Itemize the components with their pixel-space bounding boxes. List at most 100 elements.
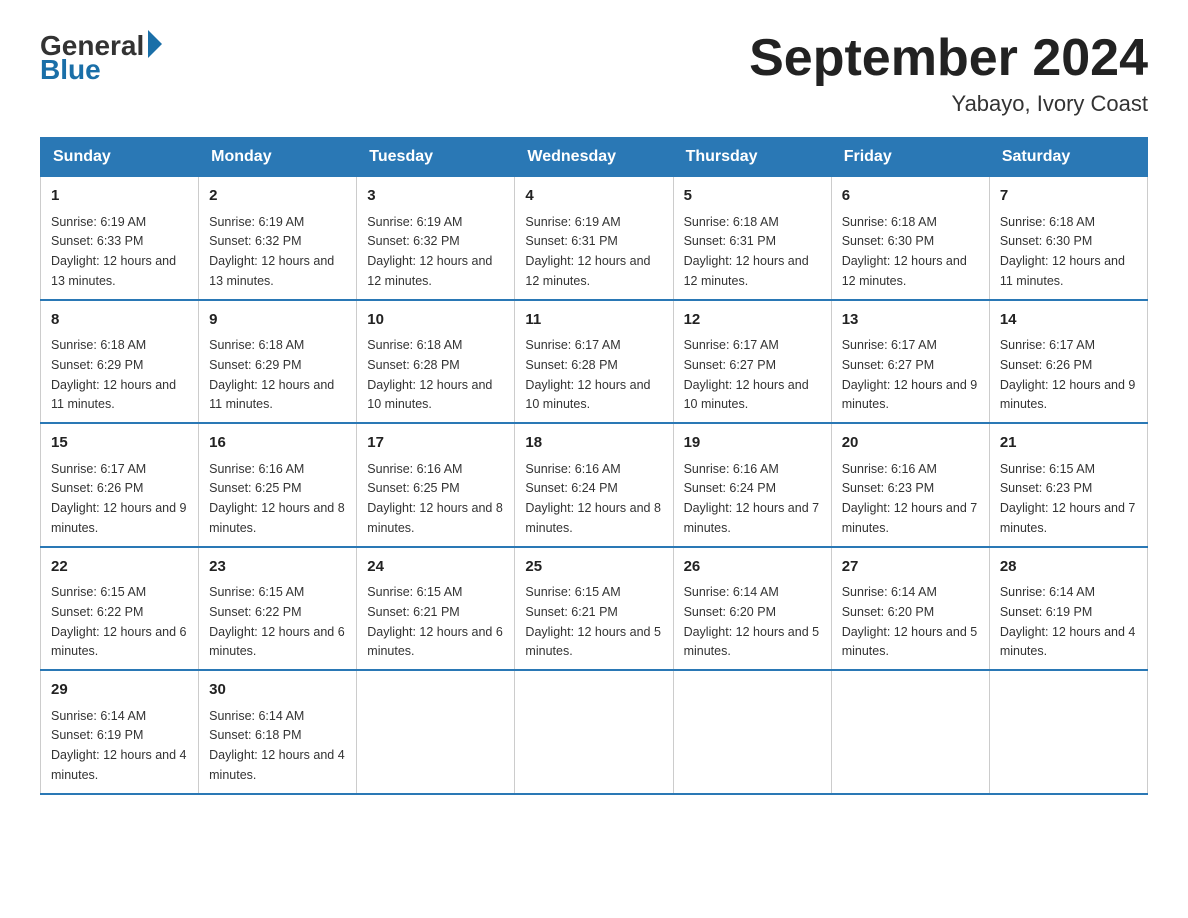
calendar-day-cell: 24 Sunrise: 6:15 AMSunset: 6:21 PMDaylig… [357, 547, 515, 671]
day-info: Sunrise: 6:17 AMSunset: 6:27 PMDaylight:… [684, 338, 809, 411]
calendar-day-cell: 9 Sunrise: 6:18 AMSunset: 6:29 PMDayligh… [199, 300, 357, 424]
calendar-week-row: 8 Sunrise: 6:18 AMSunset: 6:29 PMDayligh… [41, 300, 1148, 424]
calendar-day-cell [831, 670, 989, 794]
day-info: Sunrise: 6:15 AMSunset: 6:21 PMDaylight:… [525, 585, 661, 658]
calendar-day-cell: 11 Sunrise: 6:17 AMSunset: 6:28 PMDaylig… [515, 300, 673, 424]
calendar-day-cell: 18 Sunrise: 6:16 AMSunset: 6:24 PMDaylig… [515, 423, 673, 547]
calendar-week-row: 29 Sunrise: 6:14 AMSunset: 6:19 PMDaylig… [41, 670, 1148, 794]
calendar-week-row: 22 Sunrise: 6:15 AMSunset: 6:22 PMDaylig… [41, 547, 1148, 671]
calendar-day-cell: 10 Sunrise: 6:18 AMSunset: 6:28 PMDaylig… [357, 300, 515, 424]
calendar-day-cell: 5 Sunrise: 6:18 AMSunset: 6:31 PMDayligh… [673, 177, 831, 300]
day-number: 2 [209, 185, 346, 208]
day-number: 16 [209, 432, 346, 455]
day-info: Sunrise: 6:16 AMSunset: 6:24 PMDaylight:… [525, 462, 661, 535]
day-info: Sunrise: 6:15 AMSunset: 6:22 PMDaylight:… [209, 585, 345, 658]
weekday-header-thursday: Thursday [673, 138, 831, 177]
day-number: 11 [525, 309, 662, 332]
day-number: 22 [51, 556, 188, 579]
day-number: 18 [525, 432, 662, 455]
calendar-day-cell: 16 Sunrise: 6:16 AMSunset: 6:25 PMDaylig… [199, 423, 357, 547]
calendar-day-cell [989, 670, 1147, 794]
day-number: 9 [209, 309, 346, 332]
day-number: 10 [367, 309, 504, 332]
calendar-day-cell [673, 670, 831, 794]
weekday-header-tuesday: Tuesday [357, 138, 515, 177]
calendar-day-cell: 12 Sunrise: 6:17 AMSunset: 6:27 PMDaylig… [673, 300, 831, 424]
calendar-day-cell: 28 Sunrise: 6:14 AMSunset: 6:19 PMDaylig… [989, 547, 1147, 671]
day-number: 21 [1000, 432, 1137, 455]
day-info: Sunrise: 6:18 AMSunset: 6:30 PMDaylight:… [1000, 215, 1125, 288]
calendar-day-cell: 13 Sunrise: 6:17 AMSunset: 6:27 PMDaylig… [831, 300, 989, 424]
day-number: 23 [209, 556, 346, 579]
day-number: 26 [684, 556, 821, 579]
calendar-subtitle: Yabayo, Ivory Coast [749, 91, 1148, 117]
calendar-day-cell: 19 Sunrise: 6:16 AMSunset: 6:24 PMDaylig… [673, 423, 831, 547]
day-info: Sunrise: 6:14 AMSunset: 6:20 PMDaylight:… [842, 585, 978, 658]
day-number: 14 [1000, 309, 1137, 332]
calendar-day-cell: 21 Sunrise: 6:15 AMSunset: 6:23 PMDaylig… [989, 423, 1147, 547]
calendar-day-cell: 25 Sunrise: 6:15 AMSunset: 6:21 PMDaylig… [515, 547, 673, 671]
calendar-week-row: 1 Sunrise: 6:19 AMSunset: 6:33 PMDayligh… [41, 177, 1148, 300]
day-info: Sunrise: 6:14 AMSunset: 6:19 PMDaylight:… [51, 709, 187, 782]
day-number: 25 [525, 556, 662, 579]
day-info: Sunrise: 6:19 AMSunset: 6:32 PMDaylight:… [209, 215, 334, 288]
day-number: 27 [842, 556, 979, 579]
calendar-day-cell: 20 Sunrise: 6:16 AMSunset: 6:23 PMDaylig… [831, 423, 989, 547]
day-info: Sunrise: 6:14 AMSunset: 6:18 PMDaylight:… [209, 709, 345, 782]
day-info: Sunrise: 6:19 AMSunset: 6:31 PMDaylight:… [525, 215, 650, 288]
day-info: Sunrise: 6:16 AMSunset: 6:25 PMDaylight:… [367, 462, 503, 535]
day-info: Sunrise: 6:14 AMSunset: 6:20 PMDaylight:… [684, 585, 820, 658]
day-number: 4 [525, 185, 662, 208]
calendar-day-cell: 1 Sunrise: 6:19 AMSunset: 6:33 PMDayligh… [41, 177, 199, 300]
day-number: 30 [209, 679, 346, 702]
title-section: September 2024 Yabayo, Ivory Coast [749, 30, 1148, 117]
calendar-day-cell: 8 Sunrise: 6:18 AMSunset: 6:29 PMDayligh… [41, 300, 199, 424]
calendar-body: 1 Sunrise: 6:19 AMSunset: 6:33 PMDayligh… [41, 177, 1148, 794]
calendar-day-cell: 30 Sunrise: 6:14 AMSunset: 6:18 PMDaylig… [199, 670, 357, 794]
day-number: 24 [367, 556, 504, 579]
day-number: 13 [842, 309, 979, 332]
calendar-day-cell: 26 Sunrise: 6:14 AMSunset: 6:20 PMDaylig… [673, 547, 831, 671]
calendar-day-cell: 6 Sunrise: 6:18 AMSunset: 6:30 PMDayligh… [831, 177, 989, 300]
logo-arrow-icon [148, 30, 162, 58]
day-number: 20 [842, 432, 979, 455]
page-header: General Blue September 2024 Yabayo, Ivor… [40, 30, 1148, 117]
day-info: Sunrise: 6:18 AMSunset: 6:31 PMDaylight:… [684, 215, 809, 288]
day-number: 8 [51, 309, 188, 332]
day-info: Sunrise: 6:19 AMSunset: 6:33 PMDaylight:… [51, 215, 176, 288]
day-info: Sunrise: 6:17 AMSunset: 6:27 PMDaylight:… [842, 338, 978, 411]
calendar-day-cell: 2 Sunrise: 6:19 AMSunset: 6:32 PMDayligh… [199, 177, 357, 300]
day-info: Sunrise: 6:14 AMSunset: 6:19 PMDaylight:… [1000, 585, 1136, 658]
calendar-day-cell [515, 670, 673, 794]
weekday-header-monday: Monday [199, 138, 357, 177]
day-number: 17 [367, 432, 504, 455]
day-number: 3 [367, 185, 504, 208]
day-number: 5 [684, 185, 821, 208]
day-number: 15 [51, 432, 188, 455]
day-info: Sunrise: 6:16 AMSunset: 6:24 PMDaylight:… [684, 462, 820, 535]
calendar-week-row: 15 Sunrise: 6:17 AMSunset: 6:26 PMDaylig… [41, 423, 1148, 547]
day-info: Sunrise: 6:16 AMSunset: 6:23 PMDaylight:… [842, 462, 978, 535]
day-number: 1 [51, 185, 188, 208]
day-info: Sunrise: 6:17 AMSunset: 6:26 PMDaylight:… [51, 462, 187, 535]
day-info: Sunrise: 6:18 AMSunset: 6:30 PMDaylight:… [842, 215, 967, 288]
calendar-day-cell: 3 Sunrise: 6:19 AMSunset: 6:32 PMDayligh… [357, 177, 515, 300]
day-info: Sunrise: 6:18 AMSunset: 6:29 PMDaylight:… [51, 338, 176, 411]
day-number: 12 [684, 309, 821, 332]
calendar-day-cell [357, 670, 515, 794]
weekday-header-sunday: Sunday [41, 138, 199, 177]
day-number: 6 [842, 185, 979, 208]
day-number: 19 [684, 432, 821, 455]
logo-blue-text: Blue [40, 54, 101, 86]
day-info: Sunrise: 6:19 AMSunset: 6:32 PMDaylight:… [367, 215, 492, 288]
calendar-day-cell: 27 Sunrise: 6:14 AMSunset: 6:20 PMDaylig… [831, 547, 989, 671]
calendar-day-cell: 23 Sunrise: 6:15 AMSunset: 6:22 PMDaylig… [199, 547, 357, 671]
calendar-day-cell: 29 Sunrise: 6:14 AMSunset: 6:19 PMDaylig… [41, 670, 199, 794]
calendar-day-cell: 4 Sunrise: 6:19 AMSunset: 6:31 PMDayligh… [515, 177, 673, 300]
day-number: 29 [51, 679, 188, 702]
calendar-day-cell: 7 Sunrise: 6:18 AMSunset: 6:30 PMDayligh… [989, 177, 1147, 300]
calendar-day-cell: 15 Sunrise: 6:17 AMSunset: 6:26 PMDaylig… [41, 423, 199, 547]
calendar-day-cell: 17 Sunrise: 6:16 AMSunset: 6:25 PMDaylig… [357, 423, 515, 547]
calendar-table: SundayMondayTuesdayWednesdayThursdayFrid… [40, 137, 1148, 795]
calendar-day-cell: 14 Sunrise: 6:17 AMSunset: 6:26 PMDaylig… [989, 300, 1147, 424]
